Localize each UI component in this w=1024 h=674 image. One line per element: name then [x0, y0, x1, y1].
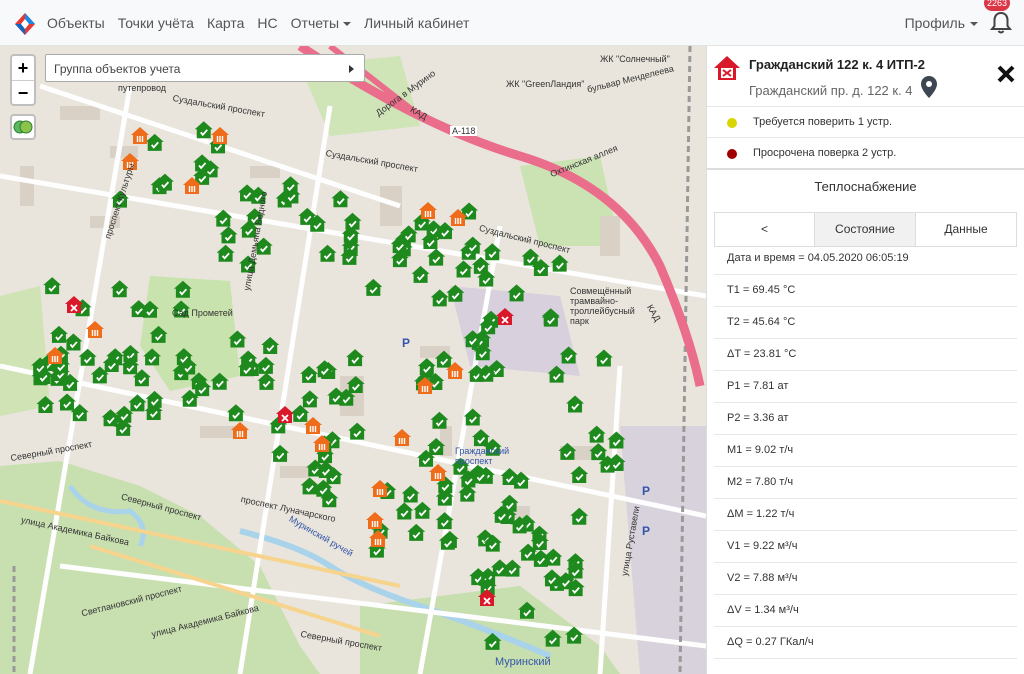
map-label: А-118 — [450, 126, 478, 136]
object-title: Гражданский 122 к. 4 ИТП-2 — [749, 57, 925, 72]
map-label: Сад Прометей — [172, 308, 233, 318]
reading-delta-v: ΔV = 1.34 м³/ч — [714, 595, 1017, 627]
reading-v1: V1 = 9.22 м³/ч — [714, 531, 1017, 563]
tabs-bar: < Состояние Данные — [714, 212, 1017, 247]
notifications-button[interactable]: 2263 — [984, 0, 1014, 35]
close-icon[interactable] — [996, 64, 1016, 84]
parking-label: P — [642, 484, 651, 498]
tab-back[interactable]: < — [715, 213, 815, 246]
panel-header: Гражданский 122 к. 4 ИТП-2 Гражданский п… — [707, 46, 1024, 106]
reading-delta-m: ΔM = 1.22 т/ч — [714, 499, 1017, 531]
reading-t2: T2 = 45.64 °C — [714, 307, 1017, 339]
reading-datetime: Дата и время = 04.05.2020 06:05:19 — [714, 245, 1017, 275]
parking-label: P — [642, 524, 651, 538]
map-label: ЖК "GreenЛандия" — [506, 79, 585, 89]
layers-button[interactable] — [10, 114, 36, 140]
object-details-panel: Гражданский 122 к. 4 ИТП-2 Гражданский п… — [706, 46, 1024, 674]
nav-ns[interactable]: НС — [257, 15, 277, 31]
map-label: путепровод — [118, 83, 167, 93]
map-label: Муринский — [495, 656, 551, 668]
notification-count-badge: 2263 — [984, 0, 1011, 11]
reading-delta-t: ΔT = 23.81 °C — [714, 339, 1017, 371]
app-logo-icon[interactable] — [15, 12, 35, 35]
map-view[interactable]: путепровод Суздальский проспект Суздальс… — [0, 46, 706, 674]
reading-t1: T1 = 69.45 °C — [714, 275, 1017, 307]
readings-list: Дата и время = 04.05.2020 06:05:19 T1 = … — [714, 245, 1017, 659]
map-canvas[interactable] — [0, 46, 706, 674]
object-address: Гражданский пр. д. 122 к. 4 — [749, 83, 913, 98]
status-row: Требуется поверить 1 устр. — [707, 106, 1024, 137]
parking-label: P — [402, 336, 411, 350]
reading-p2: P2 = 3.36 ат — [714, 403, 1017, 435]
chevron-right-icon — [349, 65, 354, 73]
map-label: Гражданский проспект — [455, 446, 510, 466]
layers-icon — [13, 120, 33, 134]
status-dot-overdue — [727, 149, 737, 159]
nav-reports-label: Отчеты — [290, 14, 340, 31]
nav-map[interactable]: Карта — [207, 15, 244, 31]
map-label: ЖК "Солнечный" — [600, 54, 670, 64]
nav-personal-account[interactable]: Личный кабинет — [364, 15, 469, 31]
nav-objects[interactable]: Объекты — [47, 15, 105, 31]
zoom-in-button[interactable]: + — [12, 56, 34, 80]
location-pin-icon[interactable] — [921, 76, 937, 98]
map-label: Совмещённый трамвайно-троллейбусный парк — [570, 286, 635, 326]
reading-m2: M2 = 7.80 т/ч — [714, 467, 1017, 499]
profile-label: Профиль — [904, 15, 965, 31]
reading-v2: V2 = 7.88 м³/ч — [714, 563, 1017, 595]
reading-m1: M1 = 9.02 т/ч — [714, 435, 1017, 467]
chevron-down-icon — [970, 22, 978, 27]
status-dot-warning — [727, 118, 737, 128]
tab-state[interactable]: Состояние — [815, 213, 916, 246]
bell-icon — [989, 11, 1013, 34]
top-navbar: Объекты Точки учёта Карта НС Отчеты Личн… — [0, 0, 1024, 46]
nav-metering-points[interactable]: Точки учёта — [118, 15, 194, 31]
reading-p1: P1 = 7.81 ат — [714, 371, 1017, 403]
object-group-placeholder: Группа объектов учета — [54, 62, 181, 76]
object-group-select[interactable]: Группа объектов учета — [45, 54, 365, 82]
chevron-down-icon — [343, 21, 352, 26]
status-text: Просрочена поверка 2 устр. — [753, 147, 897, 159]
tab-data[interactable]: Данные — [916, 213, 1016, 246]
section-title: Теплоснабжение — [814, 179, 917, 194]
profile-dropdown[interactable]: Профиль — [905, 15, 978, 31]
zoom-out-button[interactable]: − — [12, 80, 34, 104]
zoom-control: + − — [10, 54, 36, 106]
reading-delta-q: ΔQ = 0.27 ГКал/ч — [714, 627, 1017, 659]
house-error-icon — [714, 56, 740, 80]
nav-reports-dropdown[interactable]: Отчеты — [290, 14, 352, 31]
status-text: Требуется поверить 1 устр. — [753, 116, 893, 128]
status-row: Просрочена поверка 2 устр. — [707, 137, 1024, 168]
